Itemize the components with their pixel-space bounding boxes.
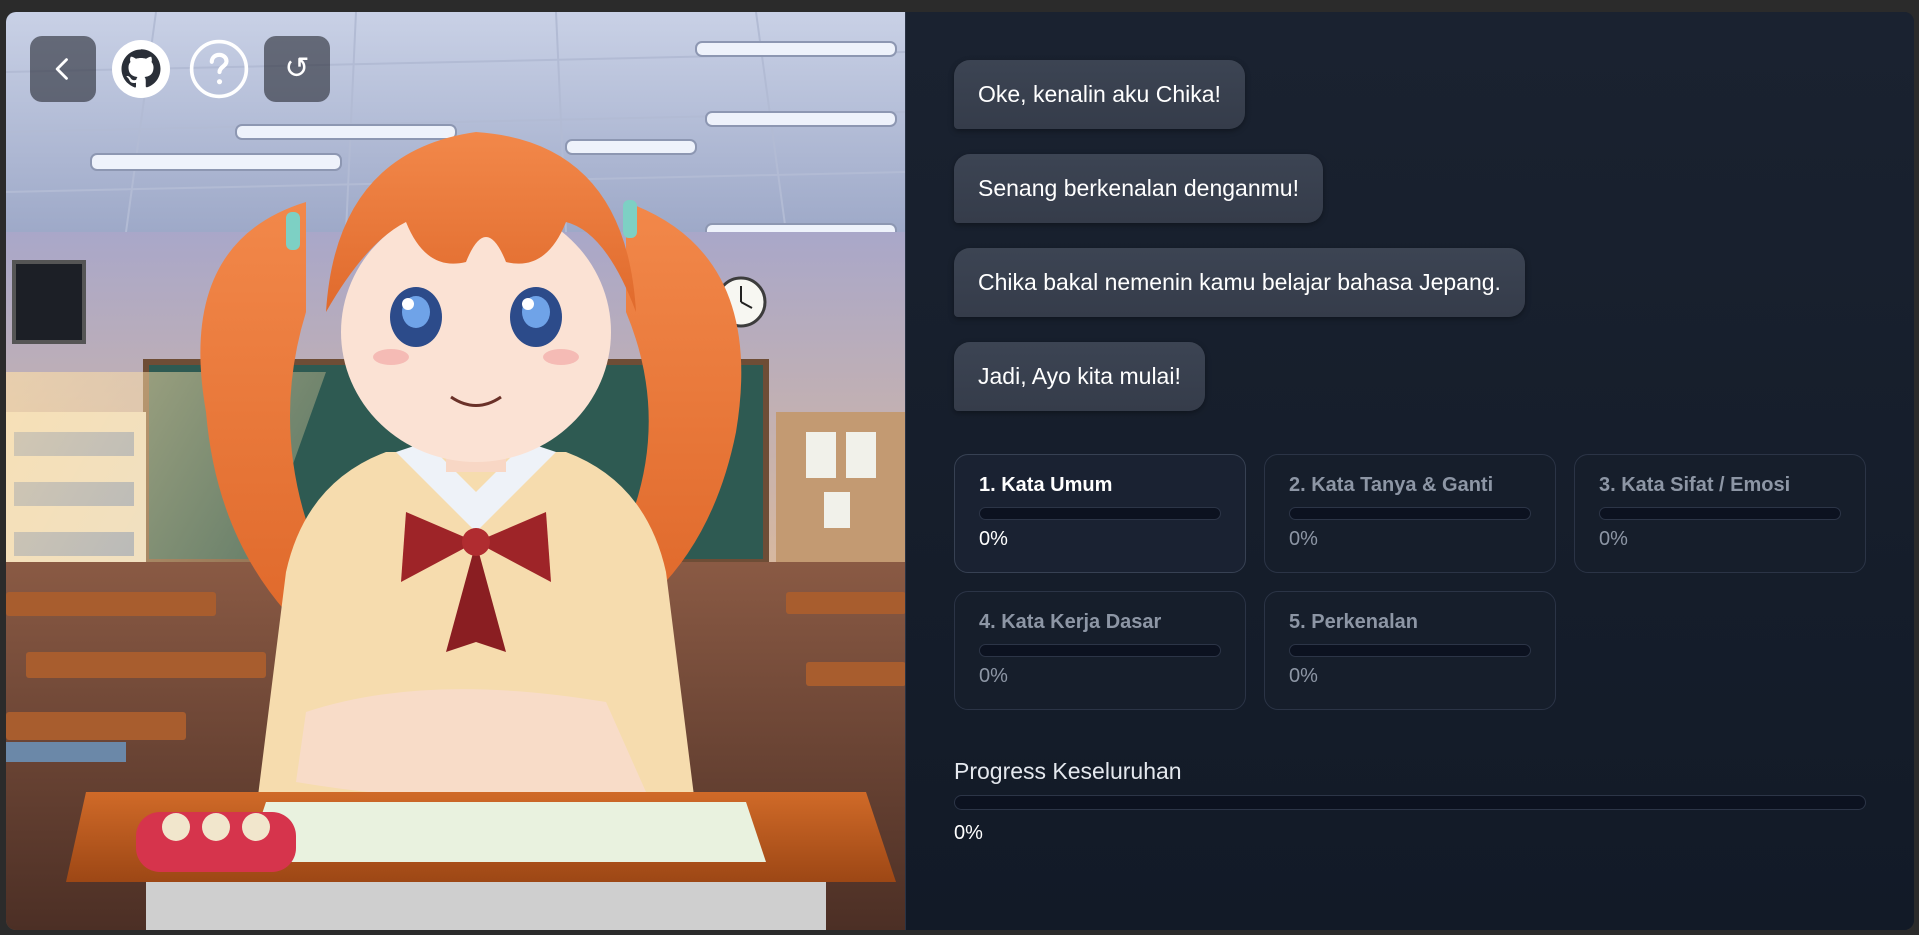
character-scene: ↺	[6, 12, 906, 930]
lesson-grid: 1. Kata Umum 0% 2. Kata Tanya & Ganti 0%…	[954, 454, 1866, 710]
lesson-card-kata-sifat-emosi[interactable]: 3. Kata Sifat / Emosi 0%	[1574, 454, 1866, 573]
overall-progress-text: 0%	[954, 822, 983, 844]
classroom-illustration	[6, 12, 905, 930]
reload-icon: ↺	[284, 51, 310, 86]
chat-bubble: Senang berkenalan denganmu!	[954, 154, 1323, 223]
lesson-title: 5. Perkenalan	[1289, 611, 1418, 633]
overall-progress-label: Progress Keseluruhan	[954, 758, 1182, 784]
github-button[interactable]	[108, 36, 174, 102]
chat-bubble: Oke, kenalin aku Chika!	[954, 60, 1245, 129]
back-button[interactable]	[30, 36, 96, 102]
lesson-title: 2. Kata Tanya & Ganti	[1289, 474, 1494, 496]
chat-messages: Oke, kenalin aku Chika! Senang berkenala…	[954, 60, 1866, 411]
question-circle-icon	[189, 39, 249, 99]
scene-toolbar: ↺	[30, 36, 330, 102]
lesson-title: 1. Kata Umum	[979, 474, 1113, 496]
lesson-progress-bar	[1599, 507, 1841, 520]
chevron-left-icon	[55, 58, 68, 80]
lesson-title: 3. Kata Sifat / Emosi	[1599, 474, 1791, 496]
overall-progress-bar	[954, 795, 1866, 810]
github-icon	[112, 40, 170, 98]
lesson-progress-text: 0%	[1289, 665, 1318, 687]
lesson-progress-text: 0%	[1599, 528, 1628, 550]
lesson-progress-text: 0%	[979, 665, 1008, 687]
overall-progress: Progress Keseluruhan 0%	[954, 758, 1866, 845]
lesson-progress-text: 0%	[1289, 528, 1318, 550]
chat-bubble: Jadi, Ayo kita mulai!	[954, 342, 1205, 411]
lesson-title: 4. Kata Kerja Dasar	[979, 611, 1162, 633]
app-window: ↺ Oke, kenalin aku Chika! Senang berkena…	[6, 12, 1914, 930]
lesson-card-kata-tanya-ganti[interactable]: 2. Kata Tanya & Ganti 0%	[1264, 454, 1556, 573]
lesson-card-kata-kerja-dasar[interactable]: 4. Kata Kerja Dasar 0%	[954, 591, 1246, 710]
chat-bubble: Chika bakal nemenin kamu belajar bahasa …	[954, 248, 1525, 317]
lesson-progress-bar	[1289, 644, 1531, 657]
lesson-panel: Oke, kenalin aku Chika! Senang berkenala…	[906, 12, 1914, 930]
lesson-card-kata-umum[interactable]: 1. Kata Umum 0%	[954, 454, 1246, 573]
lesson-progress-text: 0%	[979, 528, 1008, 550]
lesson-progress-bar	[979, 507, 1221, 520]
lesson-progress-bar	[1289, 507, 1531, 520]
reload-button[interactable]: ↺	[264, 36, 330, 102]
lesson-card-perkenalan[interactable]: 5. Perkenalan 0%	[1264, 591, 1556, 710]
lesson-progress-bar	[979, 644, 1221, 657]
help-button[interactable]	[186, 36, 252, 102]
